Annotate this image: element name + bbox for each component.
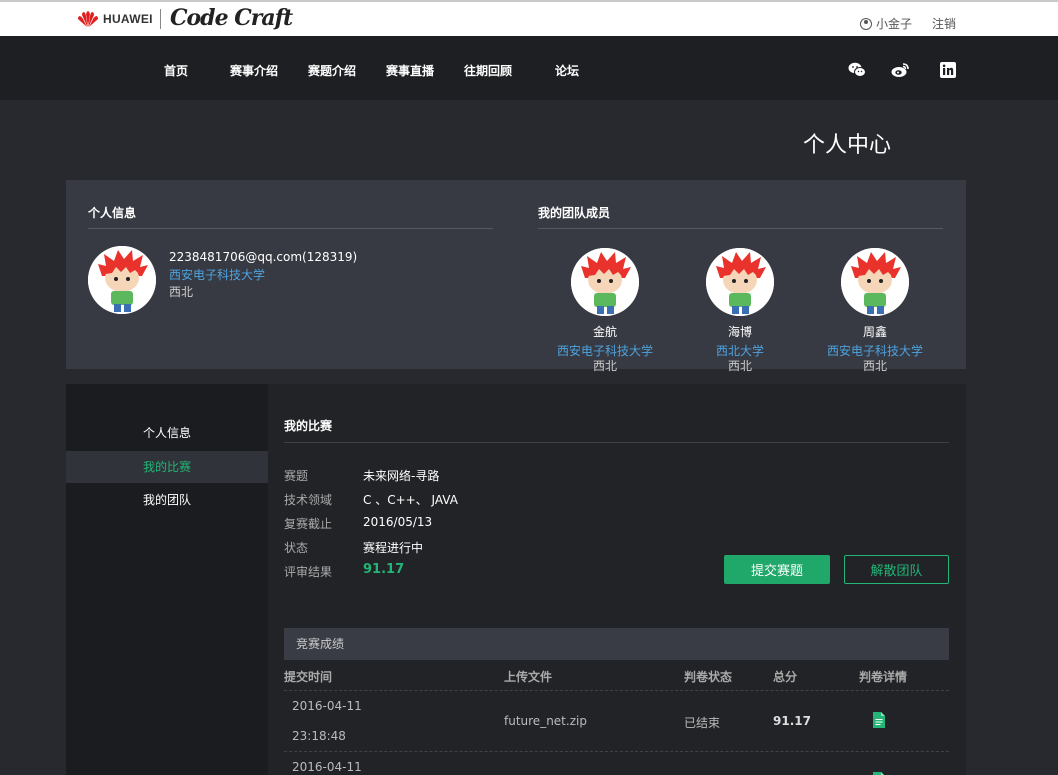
- logo-divider: [160, 9, 161, 29]
- huawei-brand-text: HUAWEI: [103, 12, 153, 26]
- column-header: 提交时间: [284, 670, 333, 684]
- grading-status: 已结束: [684, 716, 721, 730]
- total-score: 91.17: [773, 714, 811, 728]
- member-avatar: [706, 248, 774, 316]
- row-divider: [284, 690, 949, 691]
- page-title: 个人中心: [803, 133, 892, 158]
- field-label: 技术领域: [284, 493, 333, 507]
- document-icon[interactable]: [873, 712, 885, 728]
- sidebar-item-my-competition[interactable]: 我的比赛: [66, 451, 268, 483]
- field-value: 赛程进行中: [363, 541, 424, 555]
- submit-date: 2016-04-11: [292, 760, 362, 774]
- uploaded-file-link[interactable]: future_net.zip: [504, 714, 587, 728]
- field-label: 评审结果: [284, 565, 333, 579]
- team-member: 金航 西安电子科技大学 西北: [550, 248, 660, 374]
- codecraft-logo[interactable]: Code Craft: [170, 5, 293, 31]
- field-value: 2016/05/13: [363, 515, 433, 529]
- column-header: 上传文件: [504, 670, 553, 684]
- submit-problem-button[interactable]: 提交赛题: [724, 555, 830, 584]
- sidebar-item-my-team[interactable]: 我的团队: [66, 484, 268, 516]
- field-label: 复赛截止: [284, 517, 333, 531]
- field-value: 未来网络-寻路: [363, 469, 440, 483]
- results-table-title: 竞赛成绩: [284, 628, 949, 660]
- profile-panel: 个人信息 我的团队成员 2238481706@qq.com(128319) 西安…: [66, 180, 966, 373]
- nav-problem-intro[interactable]: 赛题介绍: [308, 62, 356, 79]
- linkedin-icon[interactable]: [940, 62, 956, 78]
- disband-team-button[interactable]: 解散团队: [844, 555, 949, 584]
- member-school-link[interactable]: 西安电子科技大学: [827, 344, 923, 358]
- weibo-icon[interactable]: [891, 62, 909, 78]
- member-name: 海博: [727, 325, 752, 339]
- field-label: 赛题: [284, 469, 309, 483]
- team-members-heading: 我的团队成员: [538, 204, 943, 229]
- sidebar: 个人信息 我的比赛 我的团队: [66, 384, 268, 775]
- nav-event-intro[interactable]: 赛事介绍: [230, 62, 278, 79]
- column-header: 判卷详情: [859, 670, 908, 684]
- member-region: 西北: [862, 359, 887, 373]
- nav-forum[interactable]: 论坛: [555, 62, 579, 79]
- user-email: 2238481706@qq.com(128319): [169, 250, 358, 264]
- member-region: 西北: [727, 359, 752, 373]
- member-school-link[interactable]: 西安电子科技大学: [557, 344, 653, 358]
- wechat-icon[interactable]: [848, 62, 866, 78]
- member-avatar: [571, 248, 639, 316]
- user-name: 小金子: [876, 17, 913, 31]
- personal-info-heading: 个人信息: [88, 204, 493, 229]
- member-name: 周鑫: [862, 325, 887, 339]
- nav-review[interactable]: 往期回顾: [464, 62, 512, 79]
- member-region: 西北: [592, 359, 617, 373]
- user-region: 西北: [169, 285, 194, 299]
- huawei-logo-icon: [78, 11, 98, 27]
- column-header: 总分: [773, 670, 798, 684]
- competition-panel: 个人信息 我的比赛 我的团队 我的比赛 赛题 未来网络-寻路 技术领域 C 、C…: [66, 384, 966, 775]
- main-nav: 首页 赛事介绍 赛题介绍 赛事直播 往期回顾 论坛: [0, 36, 1058, 100]
- row-divider: [284, 751, 949, 752]
- nav-live[interactable]: 赛事直播: [386, 62, 434, 79]
- top-bar: HUAWEI Code Craft 小金子 注销: [0, 0, 1058, 36]
- user-profile-link[interactable]: 小金子: [860, 15, 912, 32]
- member-name: 金航: [592, 325, 617, 339]
- member-school-link[interactable]: 西北大学: [716, 344, 764, 358]
- field-label: 状态: [284, 541, 309, 555]
- logout-link[interactable]: 注销: [932, 15, 956, 32]
- field-value: C 、C++、 JAVA: [363, 493, 458, 507]
- nav-home[interactable]: 首页: [164, 62, 188, 79]
- review-score: 91.17: [363, 562, 405, 577]
- my-competition-heading: 我的比赛: [284, 417, 949, 443]
- user-avatar: [88, 246, 156, 314]
- user-school-link[interactable]: 西安电子科技大学: [169, 266, 265, 283]
- user-icon: [860, 17, 872, 30]
- column-header: 判卷状态: [684, 670, 733, 684]
- submit-time: 23:18:48: [292, 729, 346, 743]
- submit-date: 2016-04-11: [292, 699, 362, 713]
- team-member: 海博 西北大学 西北: [685, 248, 795, 374]
- team-member: 周鑫 西安电子科技大学 西北: [820, 248, 930, 374]
- member-avatar: [841, 248, 909, 316]
- sidebar-item-personal-info[interactable]: 个人信息: [66, 417, 268, 449]
